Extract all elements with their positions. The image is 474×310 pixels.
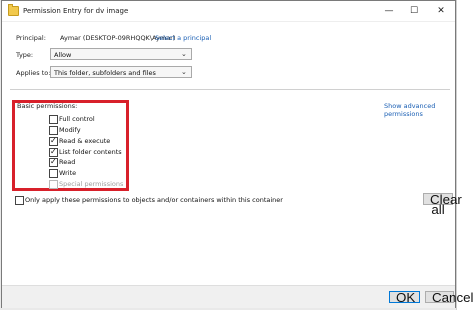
check-icon: ✓ [50,147,57,156]
permission-label: Read [59,158,76,166]
close-button[interactable]: ✕ [430,3,452,19]
permission-label: Modify [59,126,81,134]
applies-to-dropdown[interactable]: This folder, subfolders and files ⌄ [50,66,192,78]
permission-label: Read & execute [59,137,111,145]
applies-to-label: Applies to: [16,69,51,77]
show-advanced-permissions-link[interactable]: Show advanced permissions [384,102,455,118]
basic-permissions-heading: Basic permissions: [17,102,78,110]
only-apply-checkbox[interactable] [15,196,24,205]
section-divider [10,89,450,90]
check-icon: ✓ [50,136,57,145]
checkbox[interactable]: ✓ [49,136,58,146]
button-bar: OK Cancel ⋯ [2,285,474,308]
checkbox[interactable] [49,169,58,178]
minimize-button[interactable]: — [378,3,400,19]
permission-label: Special permissions [59,180,124,188]
checkbox[interactable]: ✓ [49,147,58,157]
check-icon: ✓ [50,157,57,166]
resize-grip-icon[interactable]: ⋯ [447,299,453,306]
highlight-box [12,100,129,191]
clear-all-button[interactable]: Clear all [423,193,462,216]
type-dropdown-value: Allow [54,51,72,59]
maximize-button[interactable]: ☐ [403,3,425,19]
checkbox[interactable]: ✓ [49,157,58,167]
folder-icon [8,4,19,16]
title-bar: Permission Entry for dv image — ☐ ✕ [2,1,455,22]
checkbox [49,180,58,189]
applies-to-dropdown-value: This folder, subfolders and files [54,69,156,77]
window-title: Permission Entry for dv image [23,7,129,15]
permission-label: Full control [59,115,95,123]
checkbox[interactable] [49,126,58,135]
permission-label: Write [59,169,77,177]
only-apply-label: Only apply these permissions to objects … [25,196,283,204]
background-window-edge [456,0,474,310]
chevron-down-icon: ⌄ [181,68,187,76]
type-label: Type: [16,51,34,59]
ok-button[interactable]: OK [389,291,420,304]
chevron-down-icon: ⌄ [181,50,187,58]
permission-label: List folder contents [59,148,122,156]
checkbox[interactable] [49,115,58,124]
permission-entry-dialog: Permission Entry for dv image — ☐ ✕ Prin… [1,0,474,308]
type-dropdown[interactable]: Allow ⌄ [50,48,192,60]
principal-label: Principal: [16,34,46,42]
select-principal-link[interactable]: Select a principal [155,34,211,42]
